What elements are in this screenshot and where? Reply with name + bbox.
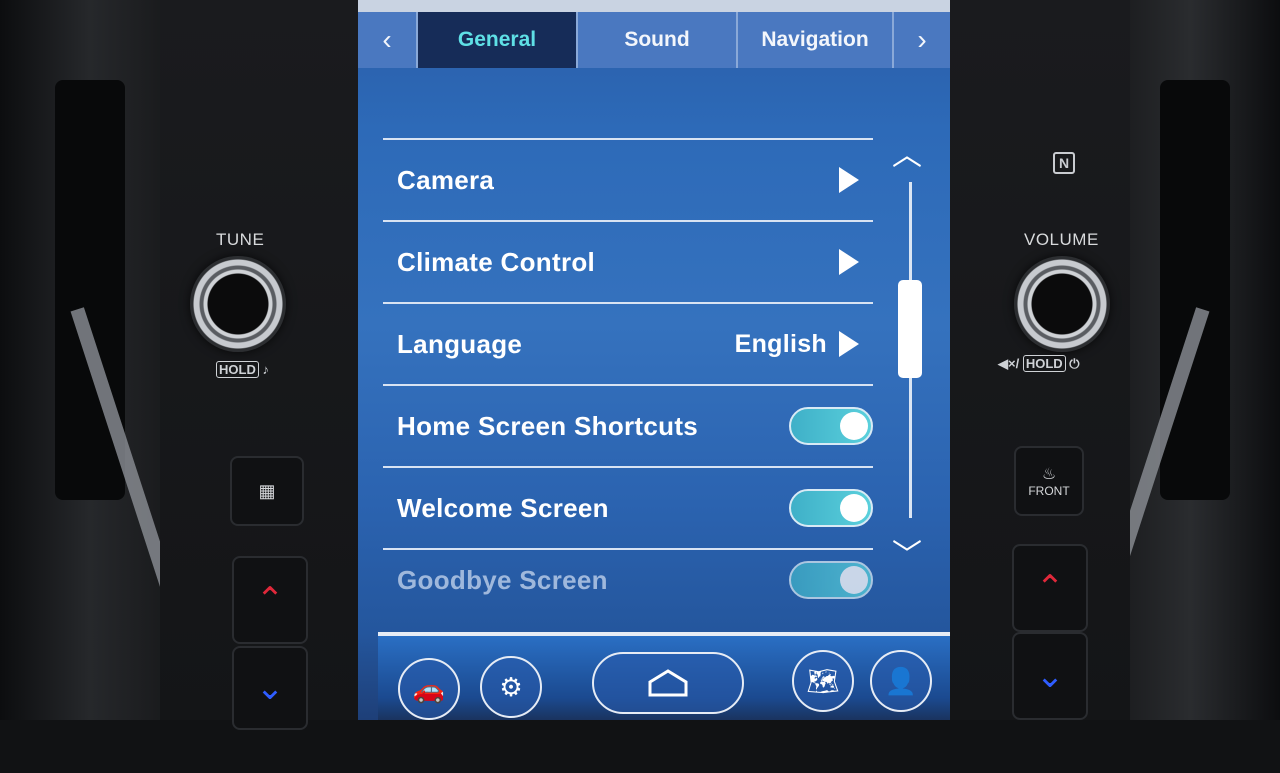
right-temp-up-button[interactable]: ⌃ — [1012, 544, 1088, 632]
chevron-right-icon: › — [917, 24, 927, 55]
phone-settings-button[interactable]: ⚙ — [480, 656, 542, 718]
toggle-thumb — [840, 566, 868, 594]
power-icon: ⏻ — [1069, 356, 1080, 371]
home-button[interactable] — [592, 652, 744, 714]
tab-label: Navigation — [761, 28, 869, 51]
tab-next-button[interactable]: › — [894, 12, 950, 68]
down-arrow-icon: ⌄ — [1035, 657, 1065, 695]
welcome-screen-toggle[interactable] — [789, 489, 873, 527]
setting-welcome-screen: Welcome Screen — [383, 466, 873, 548]
right-temp-down-button[interactable]: ⌄ — [1012, 632, 1088, 720]
front-defrost-button[interactable]: ♨ FRONT — [1014, 446, 1084, 516]
settings-tab-bar: ‹ General Sound Navigation › — [358, 12, 950, 68]
scroll-down-button[interactable]: ﹀ — [892, 530, 922, 574]
tab-label: General — [457, 28, 537, 51]
nfc-icon: N — [1053, 152, 1075, 174]
setting-label: Welcome Screen — [397, 492, 609, 523]
chevron-left-icon: ‹ — [382, 24, 392, 55]
phone-gear-icon: ⚙ — [499, 671, 523, 702]
goodbye-screen-toggle[interactable] — [789, 561, 873, 599]
front-defrost-label: FRONT — [1028, 484, 1070, 498]
right-control-panel: VOLUME ◀×/ HOLD ⏻ ♨ FRONT ⌃ ⌄ — [950, 0, 1130, 720]
tune-knob[interactable] — [190, 256, 286, 352]
left-temp-up-button[interactable]: ⌃ — [232, 556, 308, 644]
toggle-thumb — [840, 494, 868, 522]
infotainment-screen: ‹ General Sound Navigation › Camera Clim… — [358, 0, 950, 720]
vehicle-button[interactable]: 🚗 — [398, 658, 460, 720]
setting-climate-control[interactable]: Climate Control — [383, 220, 873, 302]
front-defrost-icon: ♨ — [1041, 466, 1057, 483]
up-arrow-icon: ⌃ — [255, 581, 285, 619]
setting-home-screen-shortcuts: Home Screen Shortcuts — [383, 384, 873, 466]
chevron-down-icon: ﹀ — [892, 539, 922, 572]
setting-camera[interactable]: Camera — [383, 138, 873, 220]
profile-button[interactable]: 👤 — [870, 650, 932, 712]
left-temp-down-button[interactable]: ⌄ — [232, 646, 308, 730]
up-arrow-icon: ⌃ — [1035, 569, 1065, 607]
scrollbar-thumb[interactable] — [898, 280, 922, 378]
tab-prev-button[interactable]: ‹ — [358, 12, 418, 68]
tune-hold-label: HOLD ♪ — [216, 361, 269, 378]
setting-label: Camera — [397, 164, 495, 195]
chevron-up-icon: ︿ — [892, 139, 922, 172]
play-arrow-icon — [839, 167, 859, 193]
setting-label: Language — [397, 328, 523, 359]
map-pin-icon: 🗺 — [806, 665, 840, 696]
setting-value: English — [734, 329, 827, 358]
rear-defrost-icon: ▦ — [258, 480, 276, 501]
home-icon — [648, 669, 688, 697]
setting-label: Home Screen Shortcuts — [397, 410, 699, 441]
volume-hold-label: ◀×/ HOLD ⏻ — [998, 355, 1080, 372]
tab-navigation[interactable]: Navigation — [738, 12, 894, 68]
rear-defrost-button[interactable]: ▦ — [230, 456, 304, 526]
tune-hold-text: HOLD — [216, 361, 259, 378]
car-icon: 🚗 — [412, 673, 446, 704]
play-arrow-icon — [839, 249, 859, 275]
volume-hold-text: HOLD — [1022, 355, 1066, 372]
setting-label: Climate Control — [397, 246, 596, 277]
play-arrow-icon — [839, 331, 859, 357]
bottom-nav-bar: 🚗 ⚙ 🗺 👤 — [378, 632, 950, 720]
music-note-icon: ♪ — [262, 362, 269, 377]
scroll-up-button[interactable]: ︿ — [892, 130, 922, 174]
settings-list: Camera Climate Control Language English … — [383, 138, 873, 610]
volume-knob[interactable] — [1014, 256, 1110, 352]
tab-general[interactable]: General — [418, 12, 578, 68]
tab-label: Sound — [624, 28, 690, 51]
volume-label: VOLUME — [1024, 230, 1099, 249]
map-button[interactable]: 🗺 — [792, 650, 854, 712]
setting-goodbye-screen: Goodbye Screen — [383, 548, 873, 610]
mute-icon: ◀×/ — [998, 356, 1020, 371]
tune-label: TUNE — [216, 230, 265, 249]
status-strip — [358, 0, 950, 12]
left-control-panel: TUNE HOLD ♪ ▦ ⌃ ⌄ — [160, 0, 360, 730]
setting-language[interactable]: Language English — [383, 302, 873, 384]
setting-label: Goodbye Screen — [397, 564, 608, 595]
user-icon: 👤 — [884, 665, 918, 696]
toggle-thumb — [840, 412, 868, 440]
home-shortcuts-toggle[interactable] — [789, 407, 873, 445]
tab-sound[interactable]: Sound — [578, 12, 738, 68]
down-arrow-icon: ⌄ — [255, 669, 285, 707]
